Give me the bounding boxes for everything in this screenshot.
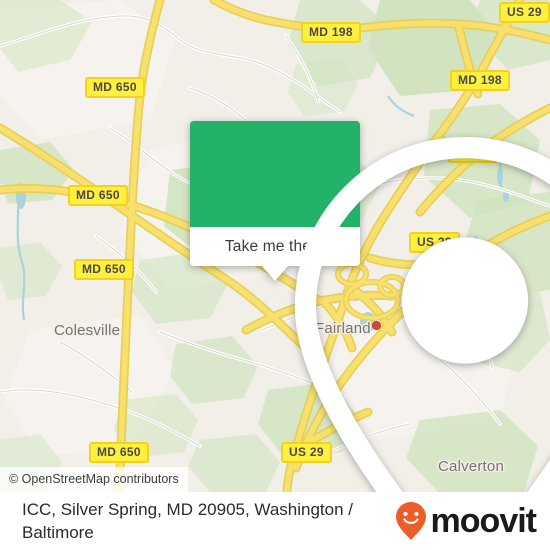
map-canvas[interactable]: MD 198 US 29 MD 650 MD 198 US 29 MD 650 US 29 M…: [0, 0, 550, 492]
road-shield: MD 650: [74, 259, 134, 280]
moovit-pin-icon: [395, 502, 426, 540]
page-title: ICC, Silver Spring, MD 20905, Washington…: [22, 500, 354, 542]
moovit-logo[interactable]: moovit: [395, 501, 537, 541]
moovit-wordmark: moovit: [430, 502, 537, 540]
place-label: Colesville: [54, 322, 121, 339]
popup-tail: [262, 266, 288, 281]
road-shield: MD 198: [450, 70, 510, 91]
popup-image-area: [190, 121, 550, 492]
footer-bar: ICC, Silver Spring, MD 20905, Washington…: [0, 492, 550, 550]
road-shield: MD 650: [89, 442, 149, 463]
road-shield: US 29: [499, 2, 550, 23]
map-pin-icon: [294, 136, 550, 492]
screenshot-root: MD 198 US 29 MD 650 MD 198 US 29 MD 650 US 29 M…: [0, 0, 550, 550]
road-shield: MD 650: [85, 77, 145, 98]
osm-attribution[interactable]: © OpenStreetMap contributors: [0, 467, 188, 492]
road-shield: MD 198: [301, 22, 361, 43]
road-shield: MD 650: [68, 185, 128, 206]
location-popup[interactable]: Take me there: [190, 121, 550, 492]
